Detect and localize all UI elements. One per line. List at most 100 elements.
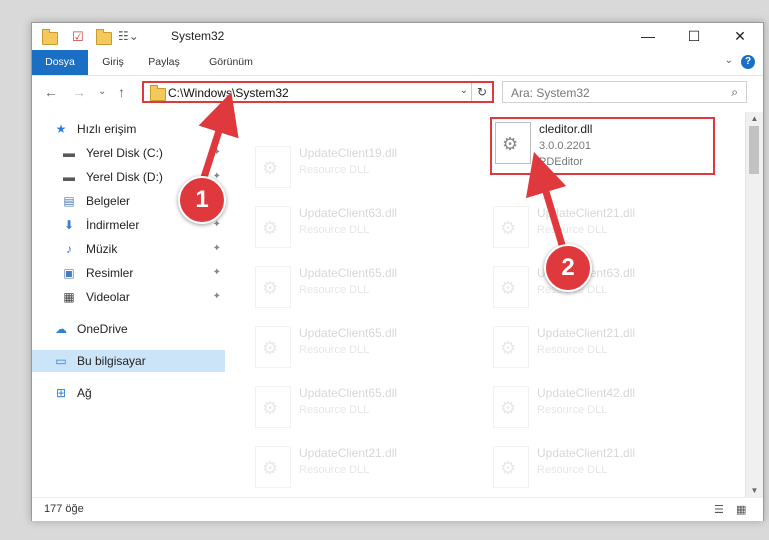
file-type: Resource DLL bbox=[299, 224, 370, 236]
search-input[interactable]: Ara: System32 ⌕ bbox=[502, 81, 747, 103]
dll-file-icon: ⚙ bbox=[255, 326, 291, 368]
sidebar-item-label: Videolar bbox=[86, 290, 130, 304]
back-button[interactable]: ← bbox=[44, 84, 58, 100]
sidebar-item-ağ[interactable]: ⊞ Ağ bbox=[32, 382, 225, 404]
file-name: UpdateClient65.dll bbox=[299, 326, 398, 340]
star-icon: ★ bbox=[55, 122, 67, 136]
dll-file-icon: ⚙ bbox=[255, 446, 291, 488]
pin-icon[interactable]: ✦ bbox=[213, 238, 221, 260]
sidebar-item-müzik[interactable]: ♪ Müzik ✦ bbox=[32, 238, 225, 260]
pin-icon[interactable]: ✦ bbox=[213, 286, 221, 308]
expand-ribbon-icon[interactable]: ⌄ bbox=[725, 55, 733, 66]
gear-icon: ⚙ bbox=[500, 458, 517, 478]
sidebar-item-hızlı-erişim[interactable]: ★ Hızlı erişim bbox=[32, 118, 225, 140]
recent-locations-button[interactable]: ⌄ bbox=[98, 86, 106, 97]
sidebar-item-label: Ağ bbox=[77, 386, 92, 400]
file-tile[interactable]: ⚙UpdateClient63.dllResource DLL bbox=[489, 262, 725, 314]
navigation-pane: ★ Hızlı erişim ▬ Yerel Disk (C:) ✦ ▬ Yerel Dis… bbox=[32, 112, 227, 497]
minimize-button[interactable]: — bbox=[625, 23, 671, 50]
network-icon: ⊞ bbox=[55, 386, 67, 400]
dll-file-icon: ⚙ bbox=[495, 122, 531, 164]
dll-file-icon: ⚙ bbox=[255, 266, 291, 308]
file-type: Resource DLL bbox=[537, 224, 608, 236]
scrollbar-thumb[interactable] bbox=[749, 126, 759, 174]
file-type: Resource DLL bbox=[299, 164, 370, 176]
gear-icon: ⚙ bbox=[502, 134, 519, 154]
scroll-up-icon[interactable]: ▲ bbox=[746, 114, 763, 123]
file-tile[interactable]: ⚙ UpdateClient21.dll Resource DLL bbox=[251, 442, 487, 494]
tab-giris[interactable]: Giriş bbox=[92, 50, 134, 75]
sidebar-item-yerel-disk-c-[interactable]: ▬ Yerel Disk (C:) ✦ bbox=[32, 142, 225, 164]
file-type: Resource DLL bbox=[537, 404, 608, 416]
address-dropdown-icon[interactable]: ⌄ bbox=[460, 85, 468, 96]
file-company: PDEditor bbox=[539, 156, 584, 168]
file-tile[interactable]: ⚙ UpdateClient21.dll Resource DLL bbox=[489, 322, 725, 374]
dll-file-icon: ⚙ bbox=[493, 386, 529, 428]
gear-icon: ⚙ bbox=[262, 398, 279, 418]
sidebar-item-label: OneDrive bbox=[77, 322, 128, 336]
address-bar[interactable]: C:\Windows\System32 ⌄ ↻ bbox=[142, 81, 494, 103]
tab-gorunum[interactable]: Görünüm bbox=[200, 50, 262, 75]
scroll-down-icon[interactable]: ▼ bbox=[746, 486, 763, 495]
sidebar-item-resimler[interactable]: ▣ Resimler ✦ bbox=[32, 262, 225, 284]
sidebar-item-videolar[interactable]: ▦ Videolar ✦ bbox=[32, 286, 225, 308]
sidebar-item-label: Müzik bbox=[86, 242, 118, 256]
dll-file-icon: ⚙ bbox=[255, 206, 291, 248]
search-icon[interactable]: ⌕ bbox=[731, 85, 738, 100]
sidebar-item-label: İndirmeler bbox=[86, 218, 140, 232]
dll-file-icon: ⚙ bbox=[493, 326, 529, 368]
vertical-scrollbar[interactable]: ▲ ▼ bbox=[745, 112, 763, 497]
file-list: ⚙ UpdateClient19.dll Resource DLL ⚙ UpdateCl… bbox=[227, 112, 742, 497]
tab-paylas[interactable]: Paylaş bbox=[140, 50, 188, 75]
file-type: Resource DLL bbox=[299, 284, 370, 296]
file-tile[interactable]: ⚙ UpdateClient21.dll Resource DLL bbox=[489, 202, 725, 254]
help-icon[interactable]: ? bbox=[741, 55, 755, 69]
file-type: Resource DLL bbox=[299, 404, 370, 416]
videos-icon: ▦ bbox=[63, 290, 75, 304]
details-view-icon[interactable]: ☰ bbox=[714, 503, 724, 516]
close-button[interactable]: ✕ bbox=[717, 23, 763, 50]
tiles-view-icon[interactable]: ▦ bbox=[736, 503, 746, 516]
window-title: System32 bbox=[171, 29, 225, 43]
gear-icon: ⚙ bbox=[500, 218, 517, 238]
download-icon: ⬇ bbox=[63, 218, 75, 232]
file-tile-cleditor[interactable]: ⚙ cleditor.dll 3.0.0.2201 PDEditor bbox=[491, 118, 727, 170]
callout-step-2: 2 bbox=[544, 244, 592, 292]
callout-step-1: 1 bbox=[178, 176, 226, 224]
sidebar-item-label: Belgeler bbox=[86, 194, 131, 208]
pin-icon[interactable]: ✦ bbox=[213, 262, 221, 284]
refresh-button[interactable]: ↻ bbox=[471, 83, 492, 101]
file-tile[interactable]: ⚙ UpdateClient21.dll Resource DLL bbox=[489, 442, 725, 494]
up-button[interactable]: ↑ bbox=[118, 84, 125, 100]
file-tile[interactable]: ⚙ UpdateClient65.dll Resource DLL bbox=[251, 382, 487, 434]
documents-icon: ▤ bbox=[63, 194, 75, 208]
file-name: UpdateClient63.dll bbox=[299, 206, 398, 220]
address-path[interactable]: C:\Windows\System32 bbox=[168, 86, 289, 100]
pin-icon[interactable]: ✦ bbox=[213, 142, 221, 164]
folder-icon bbox=[150, 85, 166, 101]
file-tile[interactable]: ⚙ UpdateClient19.dll Resource DLL bbox=[251, 142, 487, 194]
file-tile[interactable]: ⚙ UpdateClient65.dll Resource DLL bbox=[251, 262, 487, 314]
file-tile[interactable]: ⚙ UpdateClient42.dll Resource DLL bbox=[489, 382, 725, 434]
file-name: UpdateClient65.dll bbox=[299, 386, 398, 400]
sidebar-item-onedrive[interactable]: ☁ OneDrive bbox=[32, 318, 225, 340]
file-tile[interactable]: ⚙ UpdateClient63.dll Resource DLL bbox=[251, 202, 487, 254]
explorer-window: ☑ ☷⌄ System32 — ☐ ✕ Dosya Giriş Paylaş G… bbox=[31, 22, 764, 521]
computer-icon: ▭ bbox=[55, 354, 67, 368]
customize-toolbar-icon[interactable]: ☷⌄ bbox=[118, 29, 139, 45]
status-bar: 177 öğe ☰ ▦ bbox=[32, 497, 763, 521]
sidebar-item-bu-bilgisayar[interactable]: ▭ Bu bilgisayar bbox=[32, 350, 225, 372]
sidebar-item-label: Bu bilgisayar bbox=[77, 354, 146, 368]
cloud-icon: ☁ bbox=[55, 322, 67, 336]
sidebar-item-label: Hızlı erişim bbox=[77, 122, 137, 136]
sidebar-item-label: Resimler bbox=[86, 266, 134, 280]
sidebar-item-label: Yerel Disk (C:) bbox=[86, 146, 163, 160]
title-bar: ☑ ☷⌄ System32 — ☐ ✕ bbox=[32, 23, 763, 50]
gear-icon: ⚙ bbox=[262, 218, 279, 238]
maximize-button[interactable]: ☐ bbox=[671, 23, 717, 50]
gear-icon: ⚙ bbox=[262, 278, 279, 298]
properties-icon[interactable]: ☑ bbox=[72, 29, 84, 45]
file-tile[interactable]: ⚙ UpdateClient65.dll Resource DLL bbox=[251, 322, 487, 374]
tab-dosya[interactable]: Dosya bbox=[32, 50, 88, 75]
forward-button[interactable]: → bbox=[72, 84, 86, 100]
